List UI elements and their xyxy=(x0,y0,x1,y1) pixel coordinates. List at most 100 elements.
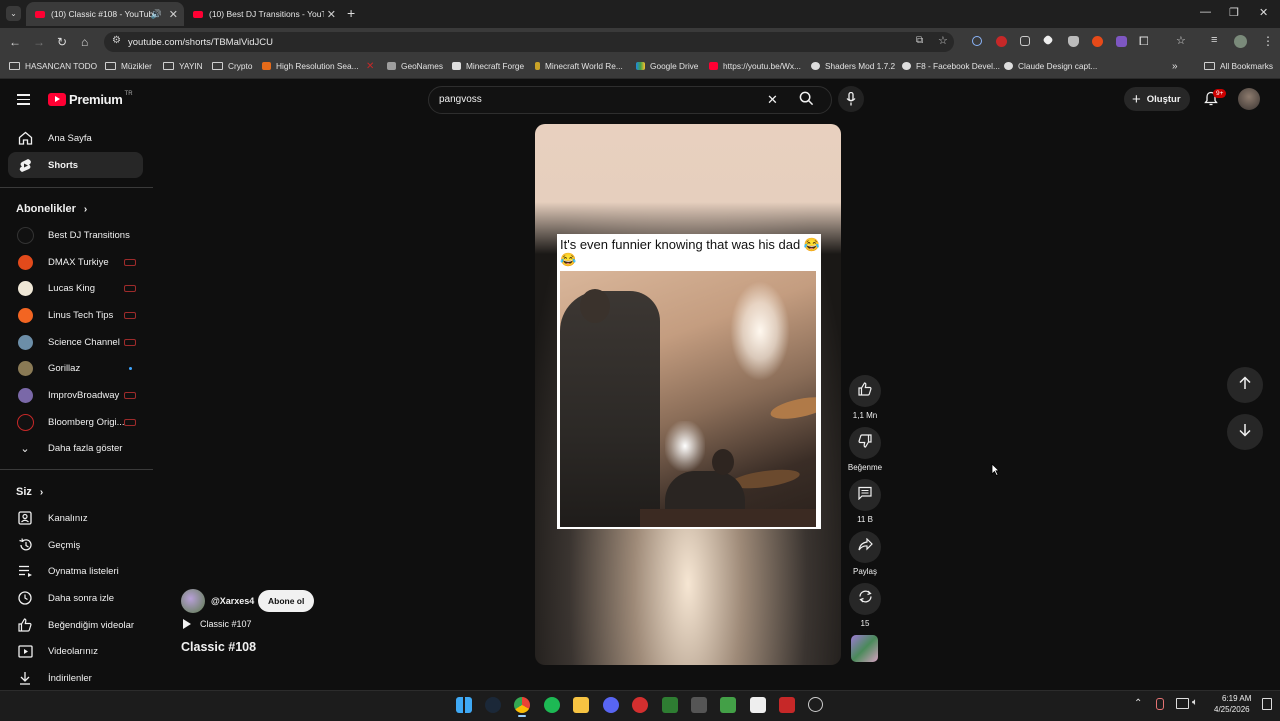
bookmark-item[interactable]: https://youtu.be/Wx... xyxy=(709,61,801,71)
subscription-item[interactable]: DMAX Turkiye xyxy=(8,249,143,275)
browser-menu-icon[interactable]: ⋮ xyxy=(1262,34,1274,48)
remix-button[interactable] xyxy=(849,583,881,615)
sidebar-item-home[interactable]: Ana Sayfa xyxy=(8,125,143,151)
bookmark-item[interactable]: Crypto xyxy=(212,61,252,71)
site-info-icon[interactable]: ⚙ xyxy=(112,35,121,46)
extensions-puzzle-icon[interactable]: ⧠ xyxy=(1139,34,1149,49)
tab-best-dj-transitions[interactable]: (10) Best DJ Transitions - YouTu ✕ xyxy=(184,2,342,26)
subscription-item[interactable]: ImprovBroadway xyxy=(8,382,143,408)
all-bookmarks[interactable]: All Bookmarks xyxy=(1204,61,1273,71)
like-button[interactable] xyxy=(849,375,881,407)
extension-icon[interactable] xyxy=(996,36,1007,47)
app-icon[interactable] xyxy=(632,697,648,713)
sidebar-item-your-videos[interactable]: Videolarınız xyxy=(8,638,143,664)
subscription-item[interactable]: Bloomberg Origi... xyxy=(8,409,143,435)
sidebar-item-liked-videos[interactable]: Beğendiğim videolar xyxy=(8,612,143,638)
chrome-icon[interactable] xyxy=(514,697,530,713)
sidebar-item-shorts[interactable]: Shorts xyxy=(8,152,143,178)
subscription-item[interactable]: Linus Tech Tips xyxy=(8,302,143,328)
spotify-icon[interactable] xyxy=(544,697,560,713)
tray-overflow-icon[interactable]: ⌃ xyxy=(1134,698,1142,709)
reload-icon[interactable]: ↻ xyxy=(57,35,67,49)
bookmark-item[interactable]: Müzikler xyxy=(105,61,152,71)
restore-icon[interactable]: ❐ xyxy=(1229,6,1239,19)
search-icon[interactable] xyxy=(799,91,814,111)
address-bar[interactable]: ⚙ youtube.com/shorts/TBMalVidJCU ⧉ ☆ xyxy=(104,32,954,52)
bookmark-item[interactable]: Claude Design capt... xyxy=(1004,61,1097,71)
playlist-link[interactable]: Classic #107 xyxy=(183,619,252,629)
app-icon[interactable] xyxy=(808,697,823,712)
voice-search-icon[interactable] xyxy=(838,86,864,112)
bookmark-item[interactable]: Minecraft World Re... xyxy=(535,61,623,71)
bookmark-item[interactable]: Google Drive xyxy=(636,61,698,71)
home-icon[interactable]: ⌂ xyxy=(81,35,88,49)
extension-icon[interactable] xyxy=(1020,36,1030,46)
share-button[interactable] xyxy=(849,531,881,563)
profile-avatar[interactable] xyxy=(1234,35,1247,48)
notification-center-icon[interactable] xyxy=(1262,698,1272,710)
back-icon[interactable]: ← xyxy=(9,35,21,49)
reading-list-icon[interactable]: ☆ xyxy=(1176,34,1186,47)
new-tab-button[interactable]: + xyxy=(347,5,355,21)
subscription-item[interactable]: Lucas King xyxy=(8,275,143,301)
subscription-item[interactable]: Science Channel xyxy=(8,329,143,355)
bookmark-item[interactable]: HASANCAN TODO xyxy=(9,61,97,71)
extension-icon[interactable] xyxy=(1116,36,1127,47)
discord-icon[interactable] xyxy=(603,697,619,713)
comments-button[interactable] xyxy=(849,479,881,511)
app-icon[interactable] xyxy=(750,697,766,713)
bookmark-item[interactable]: F8 - Facebook Devel... xyxy=(902,61,1000,71)
search-input[interactable]: pangvoss xyxy=(439,94,482,105)
youtube-logo[interactable]: Premium TR xyxy=(48,91,133,107)
close-tab-icon[interactable]: ✕ xyxy=(169,8,178,21)
tab-classic-108[interactable]: (10) Classic #108 - YouTube 🔊 ✕ xyxy=(26,2,184,26)
subscribe-button[interactable]: Abone ol xyxy=(258,590,315,612)
windows-start-icon[interactable] xyxy=(456,697,472,713)
shield-extension-icon[interactable] xyxy=(1068,36,1079,47)
app-icon[interactable] xyxy=(662,697,678,713)
bookmark-item[interactable]: High Resolution Sea... xyxy=(262,61,359,71)
sidebar-item-history[interactable]: Geçmiş xyxy=(8,532,143,558)
channel-handle[interactable]: @Xarxes4 xyxy=(211,596,254,606)
subscription-item[interactable]: Gorillaz xyxy=(8,355,143,381)
bookmark-item[interactable]: Shaders Mod 1.7.2 xyxy=(811,61,895,71)
sidebar-item-your-channel[interactable]: Kanalınız xyxy=(8,505,143,531)
network-icon[interactable] xyxy=(1176,698,1189,709)
subscriptions-heading[interactable]: Abonelikler › xyxy=(16,203,87,215)
dislike-button[interactable] xyxy=(849,427,881,459)
minimize-icon[interactable]: — xyxy=(1200,6,1211,18)
next-short-button[interactable] xyxy=(1227,414,1263,450)
cast-icon[interactable]: ⧉ xyxy=(916,35,923,46)
clock-time[interactable]: 6:19 AM xyxy=(1222,694,1251,703)
steam-icon[interactable] xyxy=(485,697,501,713)
app-icon[interactable] xyxy=(720,697,736,713)
channel-avatar[interactable] xyxy=(181,589,205,613)
bookmark-item[interactable]: GeoNames xyxy=(387,61,443,71)
sidebar-item-downloads[interactable]: İndirilenler xyxy=(8,665,143,691)
close-window-icon[interactable]: ✕ xyxy=(1259,6,1268,19)
microphone-tray-icon[interactable] xyxy=(1156,698,1164,710)
extension-icon[interactable] xyxy=(1092,36,1103,47)
bookmark-item[interactable]: ✕ xyxy=(366,61,379,72)
sound-thumbnail[interactable] xyxy=(851,635,878,662)
file-explorer-icon[interactable] xyxy=(573,697,589,713)
tab-search-button[interactable]: ⌄ xyxy=(6,6,21,21)
more-bookmarks-icon[interactable]: » xyxy=(1172,61,1178,72)
media-control-icon[interactable]: ≡ xyxy=(1211,34,1217,46)
subscription-item[interactable]: Best DJ Transitions xyxy=(8,222,143,248)
sidebar-item-playlists[interactable]: Oynatma listeleri xyxy=(8,558,143,584)
clock-date[interactable]: 4/25/2026 xyxy=(1214,705,1250,714)
volume-icon[interactable]: 🔈︎ xyxy=(1192,697,1198,708)
app-icon[interactable] xyxy=(779,697,795,713)
app-icon[interactable] xyxy=(691,697,707,713)
forward-icon[interactable]: → xyxy=(33,35,45,49)
speaker-icon[interactable]: 🔊 xyxy=(151,9,162,20)
previous-short-button[interactable] xyxy=(1227,367,1263,403)
bookmark-item[interactable]: Minecraft Forge xyxy=(452,61,524,71)
account-avatar[interactable] xyxy=(1238,88,1260,110)
you-heading[interactable]: Siz › xyxy=(16,486,43,498)
extension-icon[interactable] xyxy=(972,36,982,46)
close-tab-icon[interactable]: ✕ xyxy=(327,8,336,21)
menu-icon[interactable] xyxy=(17,91,30,108)
bookmark-item[interactable]: YAYIN xyxy=(163,61,203,71)
